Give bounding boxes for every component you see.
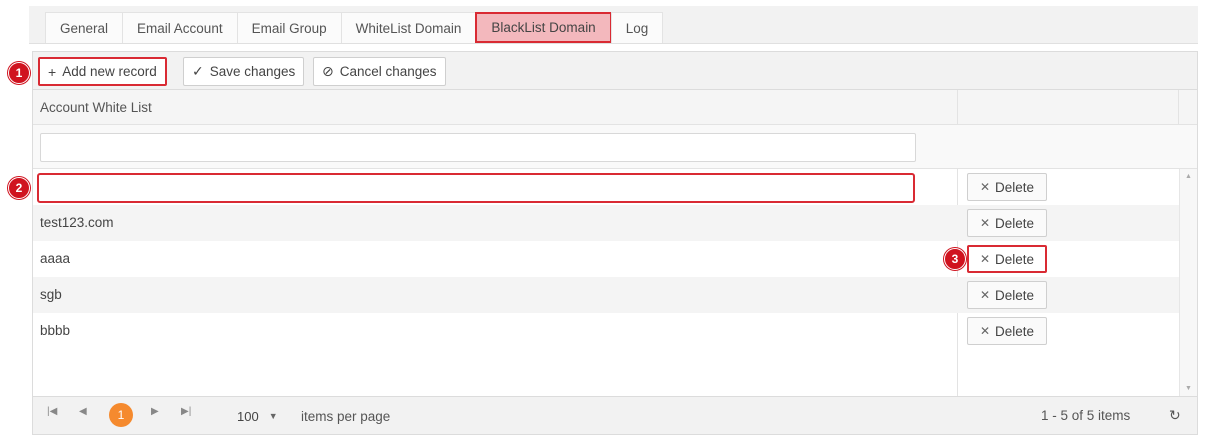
check-icon: ✓ bbox=[192, 63, 204, 79]
delete-label: Delete bbox=[995, 323, 1035, 339]
pager: |◀ ◀ 1 ▶ ▶| 100 ▼ items per page 1 - 5 o… bbox=[33, 396, 1197, 434]
delete-label: Delete bbox=[995, 251, 1035, 267]
cancel-changes-button[interactable]: ⊘ Cancel changes bbox=[313, 57, 446, 86]
scroll-up-icon[interactable]: ▲ bbox=[1185, 173, 1192, 180]
tab-general[interactable]: General bbox=[45, 12, 124, 43]
table-row: test123.com ✕ Delete bbox=[33, 205, 1179, 241]
first-page-icon[interactable]: |◀ bbox=[47, 406, 57, 417]
delete-button[interactable]: ✕ Delete bbox=[967, 209, 1047, 237]
save-changes-label: Save changes bbox=[209, 64, 296, 79]
chevron-down-icon: ▼ bbox=[268, 411, 278, 421]
tab-strip: General Email Account Email Group WhiteL… bbox=[45, 12, 664, 43]
scroll-down-icon[interactable]: ▼ bbox=[1185, 385, 1192, 392]
row-value: sgb bbox=[40, 287, 62, 302]
grid-header: Account White List bbox=[33, 90, 1197, 125]
delete-label: Delete bbox=[995, 179, 1035, 195]
row-value: aaaa bbox=[40, 251, 71, 266]
add-record-button[interactable]: + Add new record bbox=[38, 57, 167, 86]
save-changes-button[interactable]: ✓ Save changes bbox=[183, 57, 305, 86]
pager-info: 1 - 5 of 5 items bbox=[1041, 408, 1131, 423]
last-page-icon[interactable]: ▶| bbox=[181, 406, 191, 417]
plus-icon: + bbox=[48, 63, 57, 80]
row-value: bbbb bbox=[40, 323, 71, 338]
current-page-button[interactable]: 1 bbox=[109, 403, 133, 427]
page-size-select[interactable]: 100 ▼ bbox=[231, 403, 291, 429]
tab-log[interactable]: Log bbox=[610, 12, 664, 43]
blacklist-grid: + Add new record ✓ Save changes ⊘ Cancel… bbox=[32, 51, 1198, 435]
tab-email-account[interactable]: Email Account bbox=[122, 12, 238, 43]
close-icon: ✕ bbox=[979, 180, 991, 194]
vertical-scrollbar[interactable]: ▲ ▼ bbox=[1179, 169, 1197, 396]
prev-page-icon[interactable]: ◀ bbox=[79, 406, 87, 417]
column-header-account-white-list[interactable]: Account White List bbox=[40, 100, 152, 115]
delete-label: Delete bbox=[995, 215, 1035, 231]
cancel-icon: ⊘ bbox=[322, 63, 334, 79]
table-row: bbbb ✕ Delete bbox=[33, 313, 1179, 349]
delete-button[interactable]: ✕ Delete bbox=[967, 173, 1047, 201]
filter-input[interactable] bbox=[40, 133, 916, 162]
close-icon: ✕ bbox=[979, 288, 991, 302]
step-marker-2: 2 bbox=[8, 177, 30, 199]
refresh-icon[interactable]: ↻ bbox=[1169, 407, 1181, 424]
close-icon: ✕ bbox=[979, 216, 991, 230]
grid-toolbar: + Add new record ✓ Save changes ⊘ Cancel… bbox=[33, 52, 1197, 90]
step-marker-3: 3 bbox=[944, 248, 966, 270]
delete-button[interactable]: ✕ Delete bbox=[967, 245, 1047, 273]
next-page-icon[interactable]: ▶ bbox=[151, 406, 159, 417]
tab-whitelist-domain[interactable]: WhiteList Domain bbox=[340, 12, 477, 43]
delete-label: Delete bbox=[995, 287, 1035, 303]
new-record-input[interactable] bbox=[37, 173, 915, 203]
table-row: aaaa ✕ Delete bbox=[33, 241, 1179, 277]
close-icon: ✕ bbox=[979, 252, 991, 266]
table-row: sgb ✕ Delete bbox=[33, 277, 1179, 313]
tab-email-group[interactable]: Email Group bbox=[236, 12, 342, 43]
add-record-label: Add new record bbox=[62, 64, 157, 79]
delete-button[interactable]: ✕ Delete bbox=[967, 281, 1047, 309]
filter-row bbox=[33, 125, 1197, 169]
cancel-changes-label: Cancel changes bbox=[339, 64, 437, 79]
items-per-page-label: items per page bbox=[301, 409, 391, 424]
row-value: test123.com bbox=[40, 215, 114, 230]
step-marker-1: 1 bbox=[8, 62, 30, 84]
table-row-editing: ✕ Delete bbox=[33, 169, 1179, 205]
delete-button[interactable]: ✕ Delete bbox=[967, 317, 1047, 345]
close-icon: ✕ bbox=[979, 324, 991, 338]
tab-blacklist-domain[interactable]: BlackList Domain bbox=[475, 12, 612, 43]
page-size-value: 100 bbox=[237, 408, 259, 424]
